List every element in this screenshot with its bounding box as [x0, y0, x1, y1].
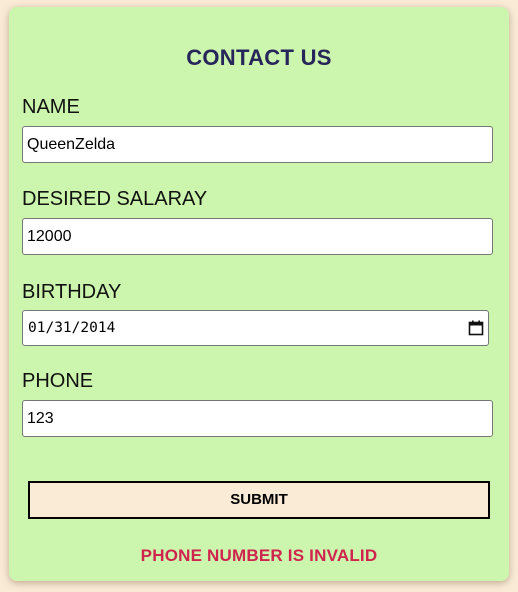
birthday-label: BIRTHDAY	[22, 281, 122, 303]
salary-label: DESIRED SALARAY	[22, 188, 208, 210]
birthday-date-input[interactable]: 01/31/2014	[22, 310, 489, 346]
phone-input[interactable]	[22, 400, 493, 437]
form-title: CONTACT US	[186, 45, 332, 70]
name-input[interactable]	[22, 126, 493, 163]
salary-input[interactable]	[22, 218, 493, 255]
phone-label: PHONE	[22, 370, 94, 392]
submit-button[interactable]: SUBMIT	[28, 481, 490, 519]
contact-form-card: CONTACT US NAME DESIRED SALARAY BIRTHDAY…	[9, 7, 509, 581]
calendar-icon[interactable]	[468, 320, 484, 336]
name-label: NAME	[22, 96, 80, 118]
birthday-value: 01/31/2014	[28, 320, 116, 336]
error-message: PHONE NUMBER IS INVALID	[140, 546, 378, 565]
